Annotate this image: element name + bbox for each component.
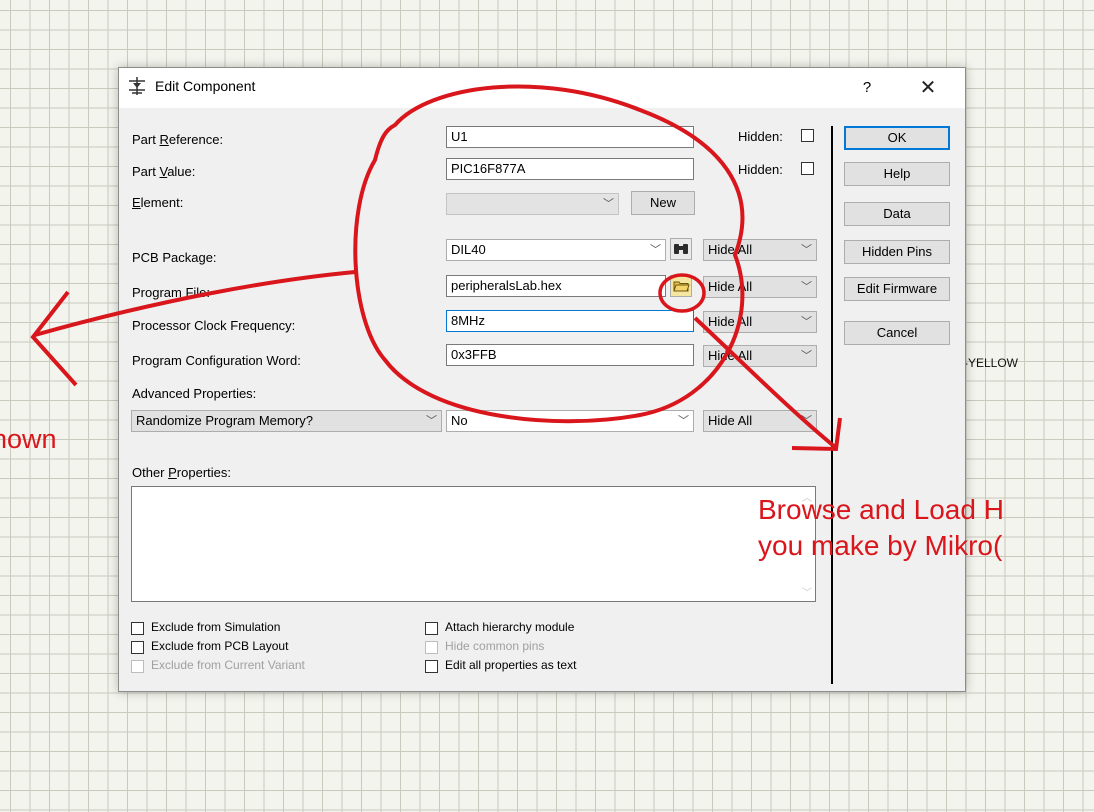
attach-hierarchy-label: Attach hierarchy module [445,620,575,634]
hide-common-pins-label: Hide common pins [445,639,545,653]
attach-hierarchy-checkbox[interactable] [425,622,438,635]
chevron-down-icon: ﹀ [801,281,812,293]
part-value-label: Part Value: [132,164,196,179]
config-word-visibility-select[interactable]: Hide All ﹀ [703,345,817,367]
binoculars-icon[interactable] [670,238,692,260]
hide-common-pins-checkbox[interactable] [425,641,438,654]
clock-frequency-label: Processor Clock Frequency: [132,318,296,333]
cancel-button[interactable]: Cancel [844,321,950,345]
other-properties-label: Other Properties: [132,465,231,480]
edit-as-text-checkbox[interactable] [425,660,438,673]
exclude-variant-label: Exclude from Current Variant [151,658,305,672]
annotation-right-text-line1: Browse and Load H [758,494,1004,525]
config-word-input[interactable]: 0x3FFB [446,344,694,366]
title-bar: Edit Component ? ✕ [119,68,965,108]
part-reference-input[interactable]: U1 [446,126,694,148]
program-file-label: Program File: [132,285,211,300]
part-reference-label: Part Reference: [132,132,224,147]
chevron-down-icon: ﹀ [801,350,812,362]
pcb-package-select[interactable]: DIL40 ﹀ [446,239,666,261]
advanced-properties-label: Advanced Properties: [132,386,257,401]
canvas-component-label: -YELLOW [964,356,1019,370]
new-element-button[interactable]: New [631,191,695,215]
help-button[interactable]: Help [844,162,950,186]
scroll-down-icon[interactable]: ﹀ [802,584,812,599]
ok-button[interactable]: OK [844,126,950,150]
chevron-down-icon: ﹀ [650,244,661,256]
annotation-left-text: hown [0,424,57,454]
close-button[interactable]: ✕ [915,76,941,100]
edit-firmware-button[interactable]: Edit Firmware [844,277,950,301]
hidden-label: Hidden: [738,162,783,177]
exclude-simulation-checkbox[interactable] [131,622,144,635]
data-button[interactable]: Data [844,202,950,226]
advanced-property-select[interactable]: Randomize Program Memory? ﹀ [131,410,442,432]
hidden-label: Hidden: [738,129,783,144]
chevron-down-icon: ﹀ [801,316,812,328]
chevron-down-icon: ﹀ [603,198,614,210]
part-reference-hidden-checkbox[interactable] [801,129,814,142]
folder-icon[interactable] [670,275,692,297]
pcb-package-visibility-select[interactable]: Hide All ﹀ [703,239,817,261]
chevron-down-icon: ﹀ [678,415,689,427]
exclude-simulation-label: Exclude from Simulation [151,620,281,634]
annotation-divider-line [831,126,833,684]
edit-component-dialog: Edit Component ? ✕ Part Reference: U1 Hi… [118,67,966,692]
annotation-right-text-line2: you make by Mikro( [758,530,1003,561]
advanced-value-select[interactable]: No ﹀ [446,410,694,432]
component-icon [129,77,145,95]
program-file-input[interactable]: peripheralsLab.hex [446,275,666,297]
advanced-visibility-select[interactable]: Hide All ﹀ [703,410,817,432]
clock-frequency-visibility-select[interactable]: Hide All ﹀ [703,311,817,333]
clock-frequency-input[interactable]: 8MHz [446,310,694,332]
element-select[interactable]: ﹀ [446,193,619,215]
dialog-title: Edit Component [155,78,256,94]
help-title-button[interactable]: ? [855,76,879,100]
annotation-left-arrowhead [30,290,78,387]
element-label: Element: [132,195,184,210]
pcb-package-label: PCB Package: [132,250,217,265]
config-word-label: Program Configuration Word: [132,353,301,368]
part-value-input[interactable]: PIC16F877A [446,158,694,180]
chevron-down-icon: ﹀ [801,244,812,256]
chevron-down-icon: ﹀ [801,415,812,427]
hidden-pins-button[interactable]: Hidden Pins [844,240,950,264]
exclude-pcb-checkbox[interactable] [131,641,144,654]
edit-as-text-label: Edit all properties as text [445,658,577,672]
chevron-down-icon: ﹀ [426,415,437,427]
part-value-hidden-checkbox[interactable] [801,162,814,175]
program-file-visibility-select[interactable]: Hide All ﹀ [703,276,817,298]
exclude-variant-checkbox[interactable] [131,660,144,673]
other-properties-textarea[interactable]: ︿ ﹀ [131,486,816,602]
exclude-pcb-label: Exclude from PCB Layout [151,639,289,653]
